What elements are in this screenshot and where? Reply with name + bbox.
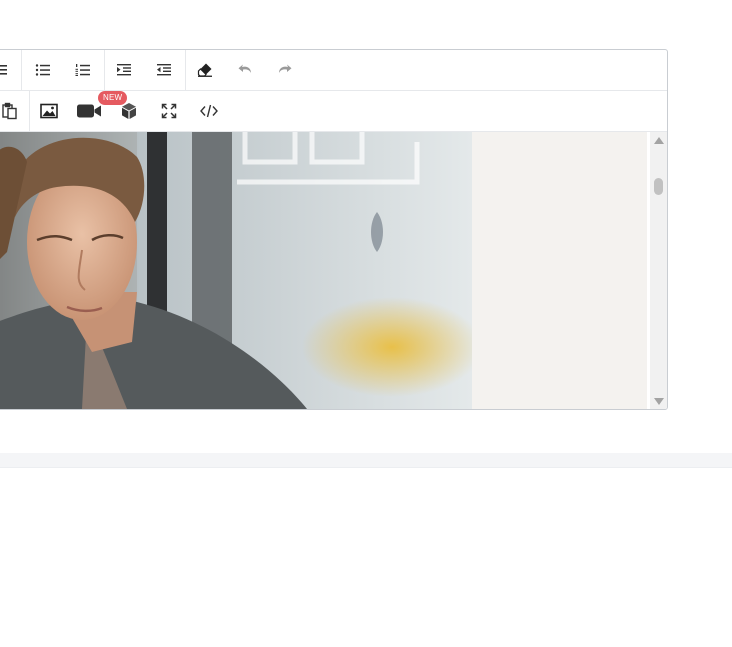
fullscreen-icon xyxy=(161,103,177,119)
source-code-icon xyxy=(200,104,218,118)
fullscreen-button[interactable] xyxy=(154,97,184,125)
outdent-button[interactable] xyxy=(149,56,179,84)
editor-content[interactable] xyxy=(0,132,647,409)
page-footer-divider xyxy=(0,453,732,468)
indent-button[interactable] xyxy=(109,56,139,84)
align-justify-button[interactable] xyxy=(0,56,15,84)
source-code-button[interactable] xyxy=(194,97,224,125)
align-justify-icon xyxy=(0,65,7,75)
undo-button[interactable] xyxy=(230,56,260,84)
indent-icon xyxy=(117,64,131,76)
scroll-up-arrow-icon[interactable] xyxy=(654,137,664,144)
embedded-photo[interactable] xyxy=(0,132,472,409)
scrollbar-thumb[interactable] xyxy=(654,178,663,195)
video-icon xyxy=(77,104,101,118)
bulleted-list-button[interactable] xyxy=(28,56,58,84)
bulleted-list-icon xyxy=(35,64,50,76)
paste-icon xyxy=(2,102,17,120)
numbered-list-button[interactable] xyxy=(68,56,98,84)
redo-icon xyxy=(279,64,292,73)
toolbar-separator xyxy=(104,50,105,90)
new-feature-badge: NEW xyxy=(98,91,128,105)
image-icon xyxy=(40,103,58,119)
toolbar-separator xyxy=(185,50,186,90)
toolbar-row-1 xyxy=(0,50,667,91)
eraser-icon xyxy=(197,63,212,77)
toolbar-separator xyxy=(21,50,22,90)
3d-cube-icon xyxy=(122,103,136,119)
undo-icon xyxy=(238,64,251,73)
paste-button[interactable] xyxy=(0,97,25,125)
scroll-down-arrow-icon[interactable] xyxy=(654,398,664,405)
clear-format-button[interactable] xyxy=(190,56,220,84)
redo-button[interactable] xyxy=(270,56,300,84)
outdent-icon xyxy=(157,64,171,76)
numbered-list-icon xyxy=(75,64,90,76)
editor-vertical-scrollbar[interactable] xyxy=(650,132,667,409)
toolbar-separator xyxy=(29,91,30,131)
insert-image-button[interactable] xyxy=(34,97,64,125)
